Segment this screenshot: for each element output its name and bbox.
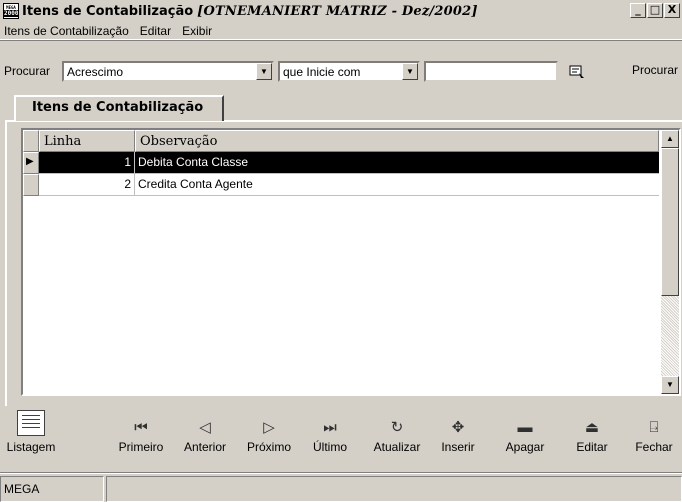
apagar-button[interactable]: ▬ Apagar <box>500 406 550 466</box>
menu-itens-contabilizacao[interactable]: Itens de Contabilização <box>4 24 129 38</box>
editar-button[interactable]: ⏏ Editar <box>570 406 614 466</box>
anterior-button[interactable]: ◁ Anterior <box>178 406 232 466</box>
apagar-label: Apagar <box>505 440 545 454</box>
fechar-button[interactable]: ⍈ Fechar <box>630 406 678 466</box>
maximize-button[interactable]: □ <box>647 3 663 18</box>
app-icon-text-bottom: 2000 <box>4 10 19 17</box>
ultimo-label: Último <box>312 440 347 454</box>
menu-editar[interactable]: Editar <box>140 24 171 38</box>
table-row[interactable]: ▶ 1 Debita Conta Classe <box>23 152 659 174</box>
search-field-select[interactable]: Acrescimo ▼ <box>62 61 274 82</box>
procurar-button[interactable]: Procurar <box>628 61 682 82</box>
menu-bar: Itens de Contabilização Editar Exibir <box>0 22 682 40</box>
vertical-scrollbar[interactable]: ▲ ▼ <box>661 130 679 394</box>
status-panel-message <box>106 476 682 502</box>
table-row[interactable]: 2 Credita Conta Agente <box>23 174 659 196</box>
cell-observacao[interactable]: Credita Conta Agente <box>135 174 659 196</box>
status-panel-company: MEGA <box>0 476 104 502</box>
delete-icon: ▬ <box>517 419 533 436</box>
scroll-up-icon[interactable]: ▲ <box>661 130 679 148</box>
proximo-label: Próximo <box>246 440 291 454</box>
fechar-label: Fechar <box>635 440 673 454</box>
atualizar-label: Atualizar <box>373 440 421 454</box>
editar-label: Editar <box>576 440 608 454</box>
primeiro-button[interactable]: ⏮ Primeiro <box>114 406 168 466</box>
cell-linha[interactable]: 1 <box>39 152 135 174</box>
ultimo-button[interactable]: ⏭ Último <box>306 406 354 466</box>
search-label: Procurar <box>4 64 51 78</box>
first-record-icon: ⏮ <box>134 419 148 436</box>
edit-icon: ⏏ <box>584 419 600 436</box>
scroll-thumb[interactable] <box>661 148 679 296</box>
cell-observacao[interactable]: Debita Conta Classe <box>135 152 659 174</box>
primeiro-label: Primeiro <box>118 440 164 454</box>
cell-linha[interactable]: 2 <box>39 174 135 196</box>
column-header-observacao[interactable]: Observação <box>135 130 659 152</box>
next-icon: ▷ <box>263 419 275 436</box>
insert-icon: ✥ <box>451 419 465 436</box>
chevron-down-icon[interactable]: ▼ <box>256 63 272 80</box>
search-input[interactable] <box>424 61 558 82</box>
navigation-toolbar: Listagem ⏮ Primeiro ◁ Anterior ▷ Próximo… <box>0 406 682 468</box>
search-row: Procurar Acrescimo ▼ que Inicie com ▼ Pr… <box>0 58 682 88</box>
data-grid[interactable]: Linha Observação ▶ 1 Debita Conta Classe… <box>21 128 681 396</box>
grid-header: Linha Observação <box>23 130 659 152</box>
search-mode-select[interactable]: que Inicie com ▼ <box>278 61 420 82</box>
column-header-linha[interactable]: Linha <box>39 130 135 152</box>
status-bar: MEGA <box>0 472 682 502</box>
row-indicator <box>23 174 39 196</box>
chevron-down-icon[interactable]: ▼ <box>402 63 418 80</box>
proximo-button[interactable]: ▷ Próximo <box>242 406 296 466</box>
minimize-button[interactable]: _ <box>630 3 646 18</box>
inserir-button[interactable]: ✥ Inserir <box>436 406 480 466</box>
listagem-button[interactable]: Listagem <box>7 406 55 466</box>
scroll-down-icon[interactable]: ▼ <box>661 376 679 394</box>
report-icon <box>17 410 45 436</box>
title-bar: MEGA 2000 Itens de Contabilização [OTNEM… <box>0 0 682 22</box>
row-pointer-icon: ▶ <box>23 152 39 174</box>
exit-door-icon: ⍈ <box>649 419 659 436</box>
atualizar-button[interactable]: ↻ Atualizar <box>366 406 428 466</box>
inserir-label: Inserir <box>441 440 475 454</box>
row-indicator-header <box>23 130 39 152</box>
search-mode-value: que Inicie com <box>283 65 361 79</box>
tab-itens-contabilizacao[interactable]: Itens de Contabilização <box>14 95 224 121</box>
app-icon[interactable]: MEGA 2000 <box>3 3 19 19</box>
search-options-icon <box>569 65 584 78</box>
listagem-label: Listagem <box>6 440 56 454</box>
last-record-icon: ⏭ <box>323 419 337 436</box>
search-options-button[interactable] <box>566 61 588 82</box>
refresh-icon: ↻ <box>390 419 404 436</box>
window-title: Itens de Contabilização <box>22 3 194 19</box>
anterior-label: Anterior <box>183 440 227 454</box>
menu-exibir[interactable]: Exibir <box>182 24 212 38</box>
scroll-track[interactable] <box>661 296 679 376</box>
window-subtitle: [OTNEMANIERT MATRIZ - Dez/2002] <box>197 3 478 19</box>
search-field-value: Acrescimo <box>67 65 124 79</box>
close-button[interactable]: X <box>664 3 680 18</box>
previous-icon: ◁ <box>199 419 211 436</box>
